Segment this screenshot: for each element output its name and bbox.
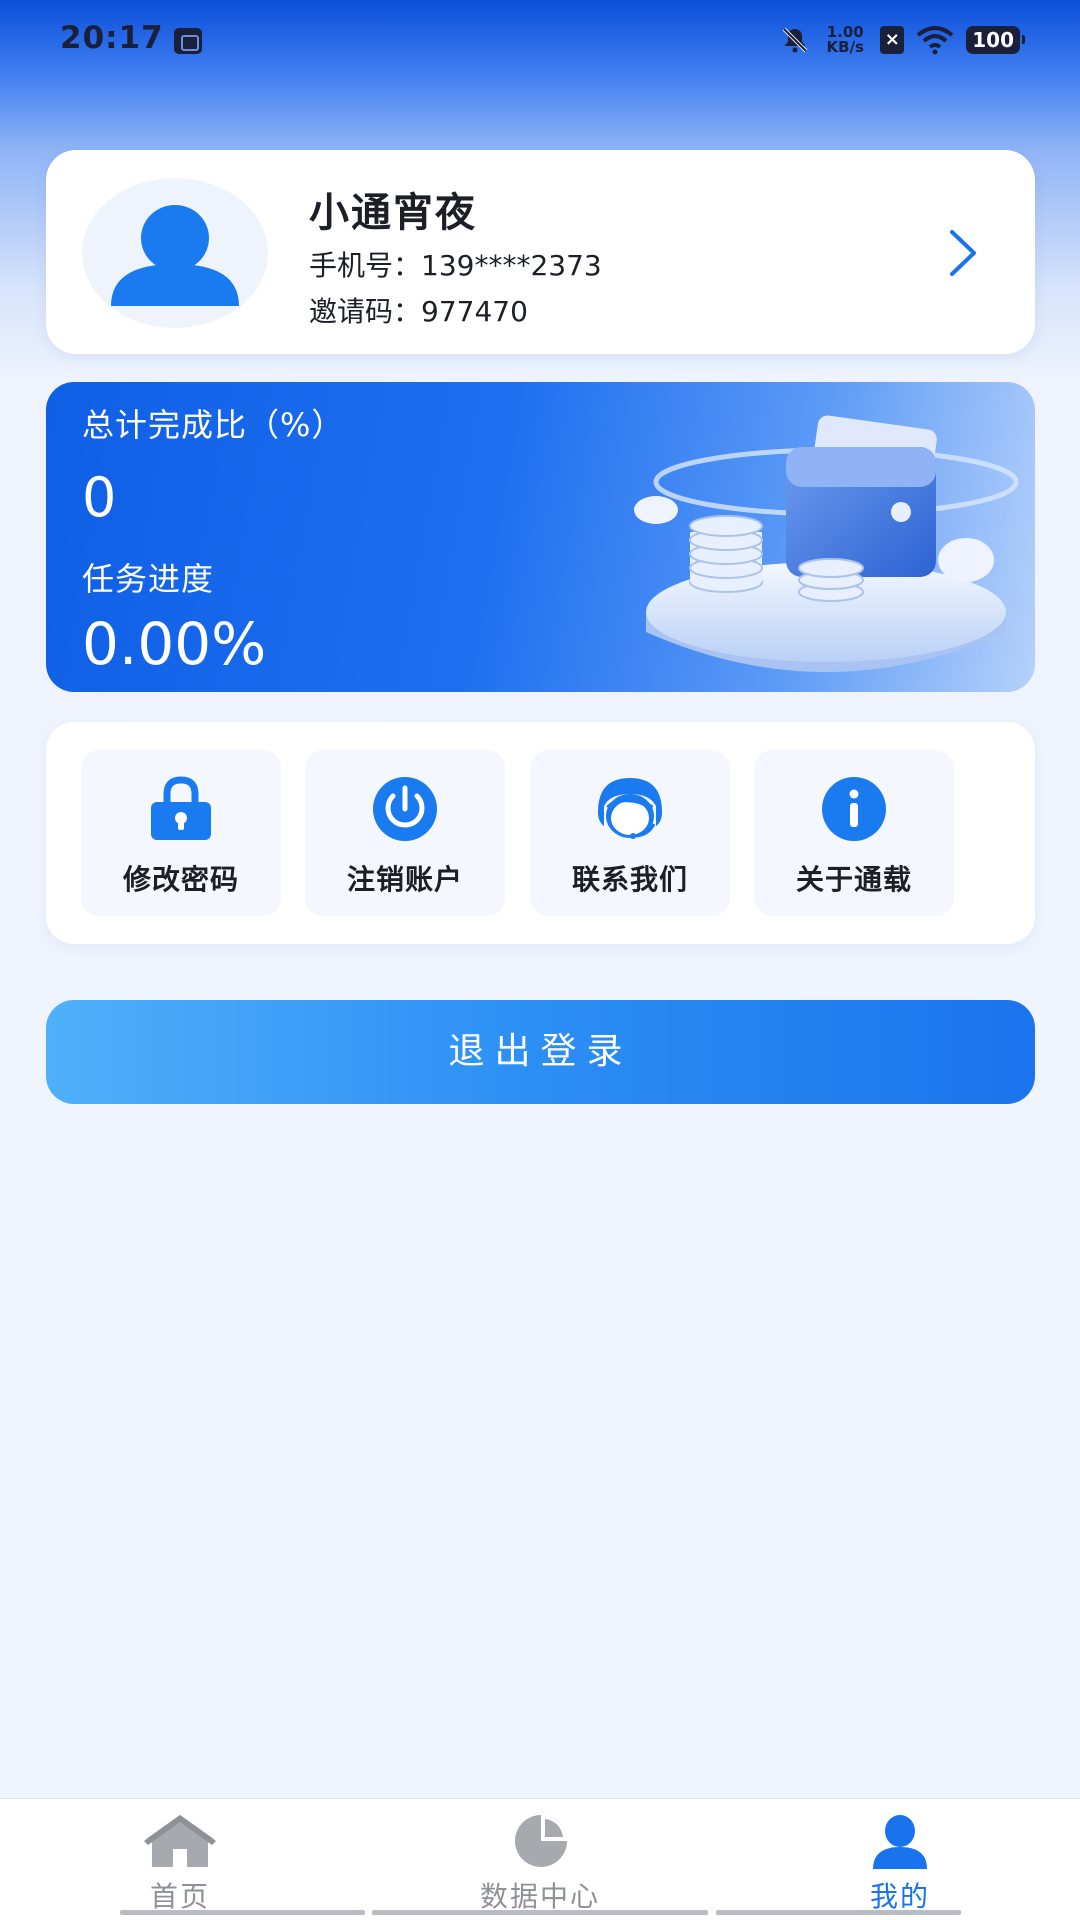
about-label: 关于通载 (795, 863, 912, 896)
bottom-tab-bar: 首页 数据中心 我的 (0, 1798, 1080, 1920)
user-name: 小通宵夜 (309, 190, 477, 236)
about-button[interactable]: 关于通载 (754, 750, 954, 916)
bell-muted-icon (782, 27, 808, 53)
logout-button[interactable]: 退出登录 (46, 1000, 1035, 1104)
deactivate-account-button[interactable]: 注销账户 (305, 750, 505, 916)
battery-icon: 100 (966, 26, 1025, 54)
wallet-coins-illustration (634, 415, 1019, 672)
tab-data-center-label: 数据中心 (479, 1880, 600, 1913)
task-progress-value: 0.00% (82, 610, 267, 678)
total-completion-label: 总计完成比（%） (82, 406, 345, 444)
wifi-icon (916, 26, 954, 55)
tab-home-label: 首页 (149, 1880, 210, 1913)
gesture-bar-segment (372, 1910, 708, 1915)
phone-label: 手机号： (309, 249, 422, 282)
lock-icon (151, 776, 211, 840)
deactivate-account-label: 注销账户 (346, 863, 463, 896)
gesture-bar-segment (120, 1910, 365, 1915)
avatar[interactable] (82, 178, 268, 328)
user-avatar-icon (111, 205, 239, 306)
customer-service-icon (598, 778, 662, 839)
total-completion-value: 0 (82, 466, 117, 529)
home-icon (144, 1815, 216, 1867)
power-icon (373, 777, 437, 841)
pie-chart-icon (515, 1815, 567, 1867)
phone-row: 手机号：139****2373 (309, 244, 602, 284)
user-icon (873, 1815, 927, 1869)
actions-card: 修改密码 注销账户 联系我们 关于通载 (46, 722, 1035, 944)
status-icons: 1.00 KB/s × 100 (780, 22, 1025, 58)
gesture-bar-segment (716, 1910, 961, 1915)
task-progress-label: 任务进度 (82, 560, 215, 598)
profile-screen: 20:17 1.00 KB/s × 100 小通宵夜 手机号：139****23… (0, 0, 1080, 1920)
invite-label: 邀请码： (309, 295, 422, 328)
close-box-icon: × (880, 26, 905, 54)
chevron-right-icon[interactable] (942, 228, 982, 278)
tab-mine[interactable]: 我的 (790, 1799, 1010, 1920)
phone-number: 139****2373 (421, 249, 602, 282)
tab-mine-label: 我的 (869, 1880, 930, 1913)
network-speed: 1.00 KB/s (822, 25, 868, 55)
change-password-label: 修改密码 (122, 863, 239, 896)
status-time: 20:17 (60, 20, 164, 56)
network-speed-unit: KB/s (826, 38, 864, 56)
stats-card: 总计完成比（%） 0 任务进度 0.00% (46, 382, 1035, 692)
info-icon (822, 777, 886, 841)
contact-us-button[interactable]: 联系我们 (530, 750, 730, 916)
tab-home[interactable]: 首页 (70, 1799, 290, 1920)
invite-row: 邀请码：977470 (309, 290, 528, 330)
contact-us-label: 联系我们 (571, 863, 688, 896)
status-bar: 20:17 1.00 KB/s × 100 (0, 0, 1080, 80)
change-password-button[interactable]: 修改密码 (81, 750, 281, 916)
app-notification-icon (174, 28, 202, 54)
tab-data-center[interactable]: 数据中心 (400, 1799, 680, 1920)
profile-card[interactable]: 小通宵夜 手机号：139****2373 邀请码：977470 (46, 150, 1035, 354)
invite-code: 977470 (421, 295, 528, 328)
